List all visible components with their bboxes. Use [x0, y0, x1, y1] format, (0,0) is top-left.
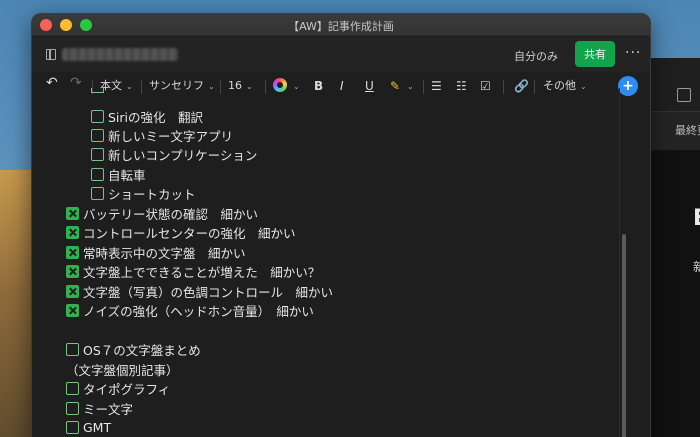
undo-icon[interactable]: ↶ [46, 76, 58, 90]
sidebar-toggle-icon[interactable] [46, 49, 56, 60]
checkbox[interactable] [66, 420, 79, 434]
checklist-item[interactable]: タイポグラフィ [66, 379, 170, 397]
checkbox-checked[interactable] [66, 225, 79, 239]
underline-button[interactable]: U [365, 79, 374, 93]
window-title: 【AW】記事作成計画 [288, 20, 394, 33]
text-color-icon[interactable] [273, 78, 287, 92]
other-dropdown[interactable]: その他 ⌄ [543, 79, 587, 94]
checklist-item-label: ショートカット [108, 186, 196, 202]
scroll-track [619, 88, 620, 437]
checklist-item[interactable]: 新しいミー文字アプリ [91, 126, 233, 144]
checklist-item-label: 新しいミー文字アプリ [108, 128, 234, 144]
more-options-icon[interactable]: ··· [625, 45, 641, 61]
checklist-item-label: Siriの強化 翻訳 [108, 109, 204, 125]
bullet-list-icon[interactable]: ☰ [431, 79, 442, 93]
checklist-item[interactable]: ノイズの強化（ヘッドホン音量） 細かい [66, 301, 314, 319]
checklist-item[interactable]: GMT [66, 418, 111, 436]
paragraph-style-dropdown[interactable]: 本文 ⌄ [100, 79, 133, 94]
checkbox[interactable] [91, 147, 104, 161]
checklist-item-label: コントロールセンターの強化 細かい [83, 225, 296, 241]
checklist-item-label: 常時表示中の文字盤 細かい [83, 245, 246, 261]
toolbar-divider [534, 80, 535, 94]
note-header: 自分のみ 共有 ··· [32, 37, 650, 72]
breadcrumb-blurred[interactable] [62, 48, 178, 61]
link-icon[interactable]: 🔗 [514, 79, 529, 93]
checklist-item[interactable]: 文字盤上でできることが増えた 細かい？ [66, 262, 320, 280]
checkbox-partial[interactable] [91, 88, 104, 93]
checkbox[interactable] [66, 342, 79, 356]
background-window-heading: E [693, 206, 700, 231]
font-size-label: 16 [228, 79, 242, 92]
toolbar-divider [220, 80, 221, 94]
chevron-down-icon: ⌄ [580, 82, 587, 91]
font-family-dropdown[interactable]: サンセリフ ⌄ [149, 79, 215, 94]
toolbar-divider [423, 80, 424, 94]
checklist-item[interactable]: コントロールセンターの強化 細かい [66, 223, 296, 241]
visibility-setting[interactable]: 自分のみ [514, 48, 558, 64]
highlight-icon[interactable]: ✎ [390, 79, 400, 93]
bold-button[interactable]: B [314, 79, 323, 93]
font-size-dropdown[interactable]: 16 ⌄ [228, 79, 253, 94]
background-window-text: 新 [693, 260, 700, 274]
checklist-item-label: OS７の文字盤まとめ [83, 342, 201, 358]
add-icon[interactable]: + [618, 76, 638, 96]
checkbox[interactable] [91, 109, 104, 123]
checklist-item[interactable]: 自転車 [91, 165, 146, 183]
redo-icon[interactable]: ↷ [70, 76, 82, 90]
chevron-down-icon[interactable]: ⌄ [407, 79, 414, 94]
checkbox-checked[interactable] [66, 245, 79, 259]
checkbox[interactable] [91, 128, 104, 142]
toolbar-divider [265, 80, 266, 94]
checkbox[interactable] [66, 401, 79, 415]
numbered-list-icon[interactable]: ☷ [456, 79, 467, 93]
checkbox[interactable] [66, 381, 79, 395]
checklist-item-label: 自転車 [108, 167, 146, 183]
chevron-down-icon[interactable]: ⌄ [293, 79, 300, 94]
checklist-item[interactable]: 文字盤（写真）の色調コントロール 細かい [66, 282, 333, 300]
checklist-item-label: 文字盤（写真）の色調コントロール 細かい [83, 284, 334, 300]
checklist-item[interactable]: バッテリー状態の確認 細かい [66, 204, 258, 222]
chevron-down-icon: ⌄ [208, 82, 215, 91]
checklist-item-label: ノイズの強化（ヘッドホン音量） 細かい [83, 303, 314, 319]
chevron-down-icon: ⌄ [126, 82, 133, 91]
checklist-item-label: GMT [83, 419, 112, 435]
checklist-item[interactable]: 常時表示中の文字盤 細かい [66, 243, 246, 261]
checklist-item-label: 新しいコンプリケーション [108, 147, 258, 163]
font-family-label: サンセリフ [149, 79, 204, 92]
checklist-item[interactable]: Siriの強化 翻訳 [91, 107, 203, 125]
expand-icon[interactable] [677, 88, 691, 102]
checkbox-checked[interactable] [66, 284, 79, 298]
scrollbar[interactable] [622, 234, 626, 437]
checklist-item[interactable]: 新しいコンプリケーション [91, 145, 257, 163]
share-button[interactable]: 共有 [575, 41, 615, 67]
chevron-down-icon: ⌄ [246, 82, 253, 91]
checklist-icon[interactable]: ☑ [480, 79, 491, 93]
checklist-item[interactable]: ミー文字 [66, 399, 133, 417]
checklist-item-label: タイポグラフィ [83, 381, 171, 397]
checklist-item-label: 文字盤上でできることが増えた 細かい？ [83, 264, 321, 280]
checkbox-checked[interactable] [66, 303, 79, 317]
checklist-item[interactable]: OS７の文字盤まとめ [66, 340, 201, 358]
format-toolbar: ↶ ↷ 本文 ⌄ サンセリフ ⌄ 16 ⌄ ⌄ B I U ✎ ⌄ ☰ ☷ ☑ 🔗 そ… [32, 72, 650, 102]
checkbox[interactable] [91, 167, 104, 181]
checklist-item-label: ミー文字 [83, 401, 134, 417]
toolbar-divider [141, 80, 142, 94]
title-bar[interactable]: 【AW】記事作成計画 [32, 14, 650, 36]
background-window-label: 最終更 [675, 124, 700, 137]
other-label: その他 [543, 79, 576, 92]
checkbox-checked[interactable] [66, 264, 79, 278]
note-text-line: （文字盤個別記事） [66, 363, 179, 378]
checkbox-checked[interactable] [66, 206, 79, 220]
checklist-item[interactable]: ショートカット [91, 184, 196, 202]
italic-button[interactable]: I [340, 79, 344, 93]
toolbar-divider [503, 80, 504, 94]
checklist-item-label: バッテリー状態の確認 細かい [83, 206, 259, 222]
checkbox[interactable] [91, 186, 104, 200]
